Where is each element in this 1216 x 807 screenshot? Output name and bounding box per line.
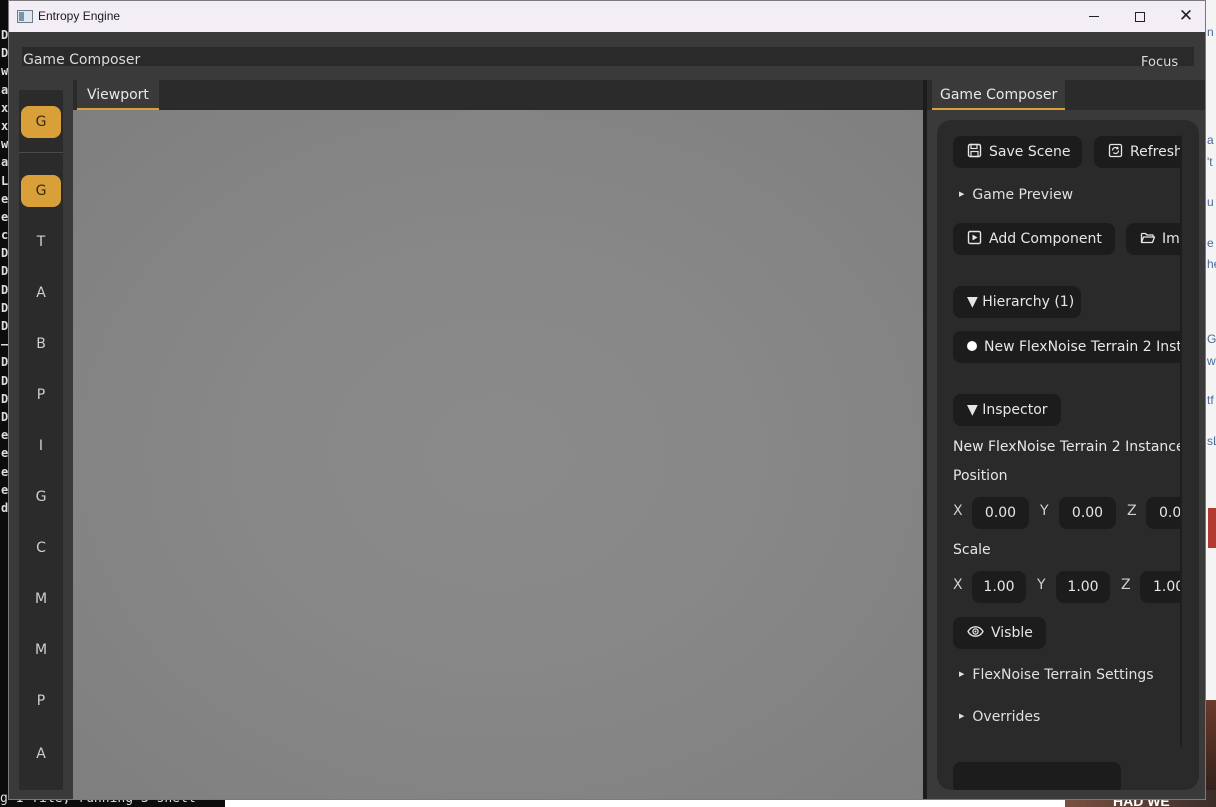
background-browser-text: w bbox=[1207, 354, 1216, 368]
background-browser: na'tueheGlwtfsL bbox=[1206, 0, 1216, 807]
position-y-input[interactable]: 0.00 bbox=[1059, 497, 1116, 529]
top-bar: Game Composer bbox=[22, 47, 1194, 66]
position-x-label: X bbox=[953, 503, 963, 519]
play-square-icon bbox=[967, 225, 982, 245]
background-browser-text: tf bbox=[1207, 393, 1214, 407]
app-content: Game Composer Focus G G T A B P I G C M … bbox=[9, 32, 1205, 799]
sidebar-item-m[interactable]: M bbox=[21, 583, 61, 615]
viewport-canvas[interactable] bbox=[73, 110, 923, 799]
position-z-input[interactable]: 0.00 bbox=[1146, 497, 1182, 529]
overrides-label: Overrides bbox=[972, 709, 1041, 725]
app-icon bbox=[17, 10, 33, 23]
position-x-input[interactable]: 0.00 bbox=[972, 497, 1029, 529]
collapsed-triangle-icon: ▶ bbox=[959, 190, 965, 198]
sidebar-header-button[interactable]: G bbox=[21, 106, 61, 138]
hierarchy-item-label: New FlexNoise Terrain 2 Instance bbox=[984, 339, 1182, 355]
maximize-button[interactable] bbox=[1117, 1, 1163, 32]
background-browser-text: e bbox=[1207, 236, 1214, 250]
scale-x-input[interactable]: 1.00 bbox=[972, 571, 1026, 603]
partial-bottom-button[interactable] bbox=[953, 762, 1121, 790]
refresh-icon bbox=[1108, 138, 1123, 158]
scale-y-label: Y bbox=[1037, 577, 1046, 593]
overrides-toggle[interactable]: ▶ Overrides bbox=[959, 709, 1040, 725]
maximize-icon bbox=[1135, 11, 1145, 22]
save-scene-label: Save Scene bbox=[989, 144, 1071, 160]
collapsed-triangle-icon: ▶ bbox=[959, 712, 965, 720]
focus-button[interactable]: Focus bbox=[1141, 55, 1178, 70]
sidebar-item-t[interactable]: T bbox=[21, 226, 61, 258]
scale-y-input[interactable]: 1.00 bbox=[1056, 571, 1110, 603]
composer-scroll-area[interactable]: Save Scene Refresh ▶ Game Preview Add Com bbox=[937, 120, 1182, 790]
tab-viewport[interactable]: Viewport bbox=[77, 80, 159, 110]
app-window: Entropy Engine ✕ Game Composer Focus G G… bbox=[8, 0, 1206, 800]
add-component-label: Add Component bbox=[989, 231, 1102, 247]
background-browser-text: a bbox=[1207, 133, 1214, 147]
sidebar-item-b[interactable]: B bbox=[21, 328, 61, 360]
scale-x-label: X bbox=[953, 577, 963, 593]
sidebar-item-p[interactable]: P bbox=[21, 379, 61, 411]
refresh-button[interactable]: Refresh bbox=[1094, 136, 1182, 168]
top-bar-title: Game Composer bbox=[23, 52, 141, 66]
save-scene-button[interactable]: Save Scene bbox=[953, 136, 1082, 168]
sidebar-item-p2[interactable]: P bbox=[21, 685, 61, 717]
hierarchy-item[interactable]: New FlexNoise Terrain 2 Instance bbox=[953, 331, 1182, 363]
sidebar-header: G bbox=[19, 90, 63, 153]
background-browser-text: u bbox=[1207, 195, 1214, 209]
viewport-tab-bar: Viewport bbox=[73, 80, 923, 110]
visible-toggle-button[interactable]: Visble bbox=[953, 617, 1046, 649]
eye-icon bbox=[967, 619, 984, 637]
background-browser-text: he bbox=[1207, 257, 1216, 271]
scale-z-label: Z bbox=[1121, 577, 1131, 593]
sidebar-item-i[interactable]: I bbox=[21, 430, 61, 462]
background-browser-text: Gl bbox=[1207, 332, 1216, 346]
sidebar: G G T A B P I G C M M P A bbox=[19, 90, 63, 790]
minimize-button[interactable] bbox=[1071, 1, 1117, 32]
sidebar-item-g[interactable]: G bbox=[21, 175, 61, 207]
scale-z-input[interactable]: 1.00 bbox=[1140, 571, 1182, 603]
inspector-object-name: New FlexNoise Terrain 2 Instance bbox=[953, 439, 1182, 455]
sidebar-item-a[interactable]: A bbox=[21, 277, 61, 309]
circle-bullet-icon bbox=[967, 341, 977, 351]
inspector-toggle[interactable]: ▼ Inspector bbox=[953, 394, 1061, 426]
scale-label: Scale bbox=[953, 542, 991, 558]
folder-icon bbox=[1140, 225, 1156, 244]
import-label: Import bbox=[1162, 231, 1182, 247]
close-button[interactable]: ✕ bbox=[1163, 1, 1209, 32]
position-z-label: Z bbox=[1127, 503, 1137, 519]
flexnoise-settings-label: FlexNoise Terrain Settings bbox=[972, 667, 1154, 683]
sidebar-item-a2[interactable]: A bbox=[21, 738, 61, 770]
game-preview-label: Game Preview bbox=[972, 187, 1074, 203]
position-label: Position bbox=[953, 468, 1008, 484]
game-preview-toggle[interactable]: ▶ Game Preview bbox=[959, 187, 1073, 203]
background-browser-text: 't bbox=[1207, 155, 1213, 169]
composer-scrollbar[interactable] bbox=[1180, 135, 1182, 747]
sidebar-item-c[interactable]: C bbox=[21, 532, 61, 564]
position-y-label: Y bbox=[1040, 503, 1049, 519]
composer-tab-bar: Game Composer bbox=[927, 80, 1205, 110]
flexnoise-settings-toggle[interactable]: ▶ FlexNoise Terrain Settings bbox=[959, 667, 1154, 683]
composer-card: Save Scene Refresh ▶ Game Preview Add Com bbox=[937, 120, 1199, 790]
add-component-button[interactable]: Add Component bbox=[953, 223, 1115, 255]
title-bar[interactable]: Entropy Engine ✕ bbox=[9, 1, 1205, 32]
viewport-panel: Viewport bbox=[73, 80, 923, 799]
sidebar-item-m2[interactable]: M bbox=[21, 634, 61, 666]
refresh-label: Refresh bbox=[1130, 144, 1182, 160]
collapsed-triangle-icon: ▶ bbox=[959, 670, 965, 678]
background-browser-text: sL bbox=[1207, 434, 1216, 448]
tab-game-composer[interactable]: Game Composer bbox=[932, 80, 1066, 110]
hierarchy-toggle[interactable]: ▼ Hierarchy (1) bbox=[953, 286, 1081, 318]
composer-panel: Game Composer Save Scene Refresh ▶ Game … bbox=[927, 80, 1205, 799]
minimize-icon bbox=[1089, 16, 1099, 17]
close-icon: ✕ bbox=[1178, 6, 1194, 26]
window-title: Entropy Engine bbox=[38, 9, 121, 23]
import-button[interactable]: Import bbox=[1126, 223, 1182, 255]
save-icon bbox=[967, 138, 982, 158]
sidebar-item-g2[interactable]: G bbox=[21, 481, 61, 513]
visible-label: Visble bbox=[991, 625, 1033, 641]
